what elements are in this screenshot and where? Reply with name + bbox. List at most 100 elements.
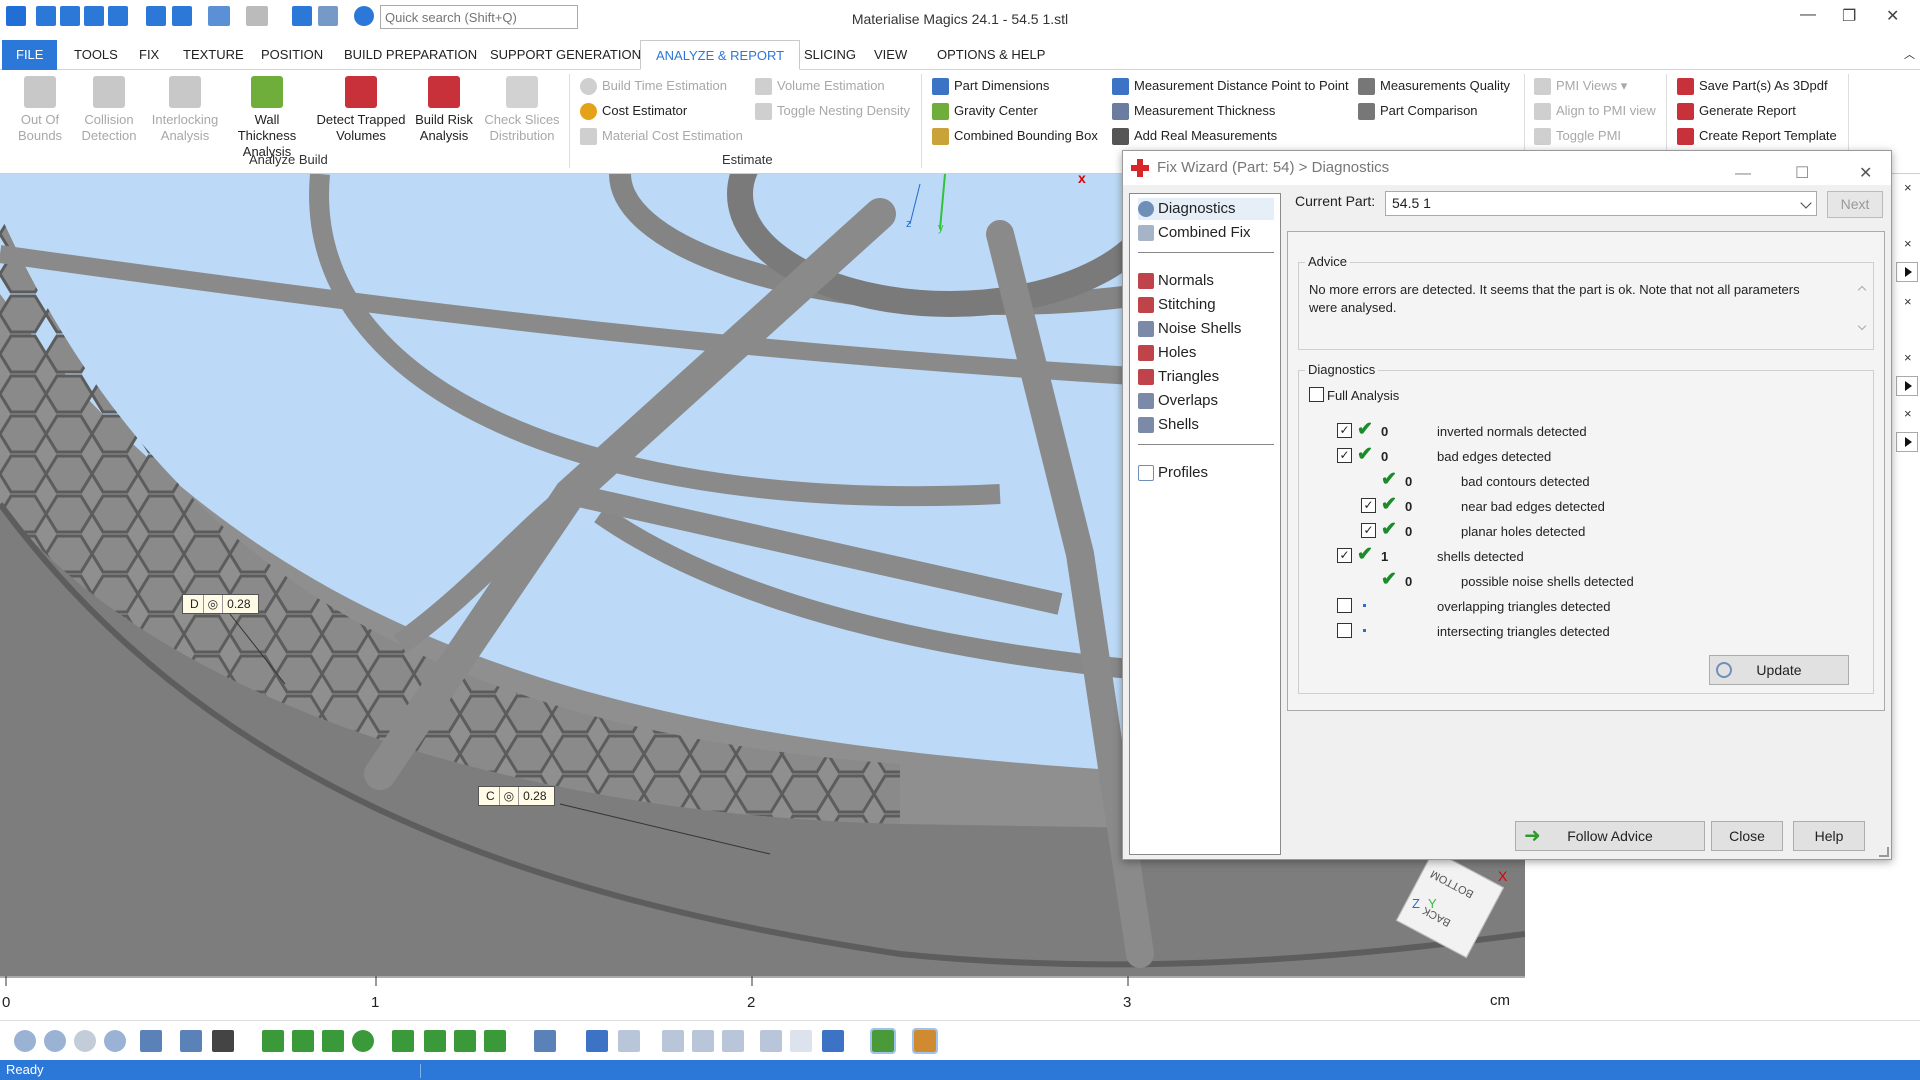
panel-expand-icon[interactable] — [1896, 376, 1918, 396]
panel-close-icon[interactable]: × — [1904, 350, 1912, 365]
tab-position[interactable]: POSITION — [253, 40, 331, 70]
align-to-pmi-view-button[interactable]: Align to PMI view — [1534, 100, 1656, 122]
nav-item-stitching[interactable]: Stitching — [1138, 294, 1216, 316]
tab-options-help[interactable]: OPTIONS & HELP — [929, 40, 1053, 70]
tab-build-preparation[interactable]: BUILD PREPARATION — [336, 40, 485, 70]
dialog-minimize-button[interactable]: — — [1735, 157, 1751, 191]
help-button[interactable]: Help — [1793, 821, 1865, 851]
shading-icon[interactable] — [212, 1030, 234, 1052]
toggle-nesting-density-button[interactable]: Toggle Nesting Density — [755, 100, 910, 122]
nav-item-noise-shells[interactable]: Noise Shells — [1138, 318, 1241, 340]
lasso-icon[interactable] — [392, 1030, 414, 1052]
triangle-edge-icon[interactable] — [618, 1030, 640, 1052]
triangle-grey-icon[interactable] — [662, 1030, 684, 1052]
scroll-down-icon[interactable] — [1857, 321, 1867, 331]
update-button[interactable]: Update — [1709, 655, 1849, 685]
marker-icon[interactable] — [424, 1030, 446, 1052]
pmi-views-dropdown[interactable]: PMI Views ▾ — [1534, 75, 1627, 97]
collision-detection-button[interactable]: Collision Detection — [67, 74, 151, 144]
panel-close-icon[interactable]: × — [1904, 294, 1912, 309]
inverted-normals-checkbox[interactable]: ✓ — [1337, 423, 1352, 438]
interlocking-analysis-button[interactable]: Interlocking Analysis — [143, 74, 227, 144]
shells-checkbox[interactable]: ✓ — [1337, 548, 1352, 563]
tab-texture[interactable]: TEXTURE — [175, 40, 252, 70]
dialog-maximize-button[interactable]: ☐ — [1795, 157, 1809, 191]
nav-item-overlaps[interactable]: Overlaps — [1138, 390, 1218, 412]
part-comparison-button[interactable]: Part Comparison — [1358, 100, 1478, 122]
overlapping-triangles-checkbox[interactable] — [1337, 598, 1352, 613]
wall-thickness-analysis-button[interactable]: Wall Thickness Analysis — [224, 74, 310, 160]
current-part-select[interactable]: 54.5 1 — [1385, 191, 1817, 216]
panel-close-icon[interactable]: × — [1904, 180, 1912, 195]
add-real-measurements-button[interactable]: Add Real Measurements — [1112, 125, 1277, 147]
dialog-close-button[interactable]: ✕ — [1859, 157, 1872, 191]
nav-item-combined-fix[interactable]: Combined Fix — [1138, 222, 1251, 244]
triangle-grey-icon[interactable] — [692, 1030, 714, 1052]
scroll-up-icon[interactable] — [1857, 285, 1867, 295]
zoom-selection-icon[interactable] — [104, 1030, 126, 1052]
close-window-button[interactable]: ✕ — [1886, 6, 1899, 26]
tab-support-generation[interactable]: SUPPORT GENERATION — [482, 40, 649, 70]
measurements-quality-button[interactable]: Measurements Quality — [1358, 75, 1510, 97]
triangle-color-icon[interactable] — [912, 1028, 938, 1054]
cost-estimator-button[interactable]: Cost Estimator — [580, 100, 687, 122]
restore-button[interactable]: ❐ — [1842, 6, 1856, 26]
nav-item-diagnostics[interactable]: Diagnostics — [1138, 198, 1274, 220]
toggle-pmi-button[interactable]: Toggle PMI — [1534, 125, 1621, 147]
panel-expand-icon[interactable] — [1896, 432, 1918, 452]
triangle-outline-icon[interactable] — [760, 1030, 782, 1052]
generate-report-button[interactable]: Generate Report — [1677, 100, 1796, 122]
minimize-button[interactable]: — — [1800, 6, 1816, 24]
create-report-template-button[interactable]: Create Report Template — [1677, 125, 1837, 147]
nav-item-profiles[interactable]: Profiles — [1138, 462, 1208, 484]
view-direction-icon[interactable] — [180, 1030, 202, 1052]
triangle-grey-icon[interactable] — [722, 1030, 744, 1052]
dimension-label-d[interactable]: D ◎ 0.28 — [182, 594, 259, 614]
zoom-all-icon[interactable] — [74, 1030, 96, 1052]
view-cube-icon[interactable] — [140, 1030, 162, 1052]
part-dimensions-button[interactable]: Part Dimensions — [932, 75, 1049, 97]
tab-view[interactable]: VIEW — [866, 40, 915, 70]
select-triangle-icon[interactable] — [262, 1030, 284, 1052]
close-button[interactable]: Close — [1711, 821, 1783, 851]
detect-trapped-volumes-button[interactable]: Detect Trapped Volumes — [315, 74, 407, 144]
volume-estimation-button[interactable]: Volume Estimation — [755, 75, 885, 97]
part-select-icon[interactable] — [534, 1030, 556, 1052]
dimension-label-c[interactable]: C ◎ 0.28 — [478, 786, 555, 806]
nav-item-triangles[interactable]: Triangles — [1138, 366, 1219, 388]
build-time-estimation-button[interactable]: Build Time Estimation — [580, 75, 727, 97]
near-bad-edges-checkbox[interactable]: ✓ — [1361, 498, 1376, 513]
select-plane-icon[interactable] — [292, 1030, 314, 1052]
panel-close-icon[interactable]: × — [1904, 236, 1912, 251]
triangle-outline-icon[interactable] — [790, 1030, 812, 1052]
nav-item-shells[interactable]: Shells — [1138, 414, 1199, 436]
next-button[interactable]: Next — [1827, 191, 1883, 218]
triangle-green-icon[interactable] — [870, 1028, 896, 1054]
triangle-mode-icon[interactable] — [586, 1030, 608, 1052]
zoom-window-icon[interactable] — [44, 1030, 66, 1052]
select-shell-icon[interactable] — [352, 1030, 374, 1052]
collapse-ribbon-icon[interactable]: ︿ — [1896, 40, 1920, 70]
measurement-thickness-button[interactable]: Measurement Thickness — [1112, 100, 1275, 122]
select-surface-icon[interactable] — [322, 1030, 344, 1052]
mark-curve-icon[interactable] — [484, 1030, 506, 1052]
full-analysis-checkbox[interactable] — [1309, 387, 1324, 402]
gravity-center-button[interactable]: Gravity Center — [932, 100, 1038, 122]
nav-item-normals[interactable]: Normals — [1138, 270, 1214, 292]
follow-advice-button[interactable]: ➜ Follow Advice — [1515, 821, 1705, 851]
dialog-title-bar[interactable]: Fix Wizard (Part: 54) > Diagnostics — ☐ … — [1123, 151, 1891, 185]
tab-analyze-report[interactable]: ANALYZE & REPORT — [640, 40, 801, 70]
save-3dpdf-button[interactable]: Save Part(s) As 3Dpdf — [1677, 75, 1828, 97]
combined-bounding-box-button[interactable]: Combined Bounding Box — [932, 125, 1098, 147]
measurement-distance-button[interactable]: Measurement Distance Point to Point — [1112, 75, 1349, 97]
resize-grip-icon[interactable] — [1879, 847, 1889, 857]
build-risk-analysis-button[interactable]: Build Risk Analysis — [402, 74, 486, 144]
zoom-icon[interactable] — [14, 1030, 36, 1052]
nav-item-holes[interactable]: Holes — [1138, 342, 1196, 364]
tab-fix[interactable]: FIX — [131, 40, 167, 70]
bad-edges-checkbox[interactable]: ✓ — [1337, 448, 1352, 463]
tab-file[interactable]: FILE — [2, 40, 58, 70]
triangle-blue-icon[interactable] — [822, 1030, 844, 1052]
viewport-close-mark[interactable]: x — [1078, 174, 1086, 186]
check-slices-distribution-button[interactable]: Check Slices Distribution — [480, 74, 564, 144]
